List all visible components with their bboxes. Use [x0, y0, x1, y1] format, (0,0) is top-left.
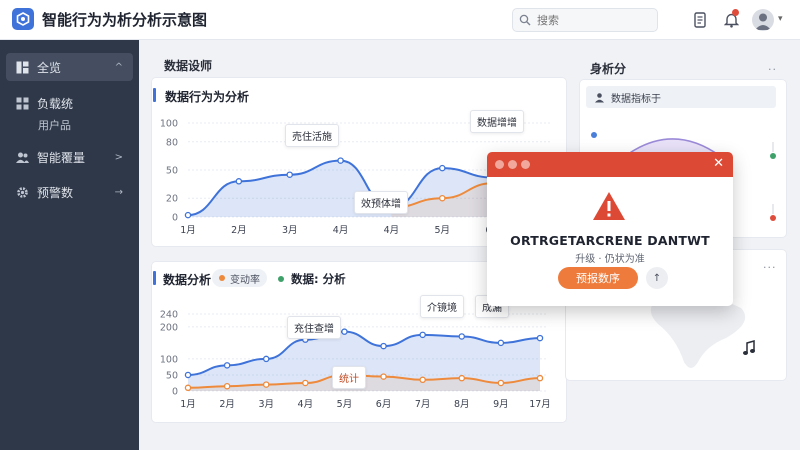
sidebar: 全览 ^ 负载统 用户品 智能覆量 > 预警数 → — [0, 40, 139, 450]
data-point — [419, 331, 426, 339]
dialog-title-bar: ✕ — [487, 152, 733, 177]
y-tick-label: 240 — [160, 310, 178, 321]
alert-dialog: ✕ ORTRGETARCRENE DANTWT 升级 · 仍状为准 预报数序 ↑ — [487, 152, 733, 306]
x-tick-label: 4月 — [384, 225, 400, 236]
data-point — [458, 374, 466, 382]
data-point — [262, 381, 270, 388]
data-point — [497, 379, 505, 387]
data-point — [380, 342, 387, 350]
data-point — [235, 178, 243, 185]
data-point — [184, 384, 192, 392]
users-icon — [16, 152, 29, 163]
dialog-primary-button[interactable]: 预报数序 — [558, 267, 638, 289]
chart-tooltip: 売住活施 — [285, 124, 339, 147]
y-tick-label: 20 — [166, 194, 178, 205]
data-point — [380, 373, 387, 380]
data-point — [184, 211, 192, 219]
y-tick-label: 0 — [172, 387, 178, 398]
sidebar-item-alert[interactable]: 预警数 → — [6, 178, 133, 206]
data-point — [262, 355, 270, 363]
x-tick-label: 2月 — [219, 399, 235, 410]
data-point — [302, 379, 309, 387]
close-icon[interactable]: ✕ — [713, 156, 724, 171]
data-point — [223, 362, 231, 369]
search-input[interactable] — [537, 13, 647, 27]
app-title: 智能行为为析分析示意图 — [42, 11, 208, 29]
y-tick-label: 50 — [166, 370, 178, 381]
warning-icon — [593, 192, 625, 220]
arrow-right-icon: → — [114, 186, 123, 198]
x-tick-label: 7月 — [415, 399, 431, 410]
chevron-up-icon: ^ — [114, 61, 123, 73]
sidebar-item-label: 负载统 — [37, 96, 74, 111]
sidebar-item-label: 智能覆量 — [37, 150, 86, 165]
search-icon — [519, 14, 531, 26]
dialog-subtitle: 升级 · 仍状为准 — [575, 254, 645, 265]
grid-icon — [16, 97, 29, 109]
chart-tooltip: 介镜境 — [420, 295, 464, 318]
top-bar: 智能行为为析分析示意图 ▾ — [0, 0, 800, 40]
search-box[interactable] — [512, 8, 658, 32]
data-point — [439, 164, 446, 172]
window-dot[interactable] — [508, 160, 517, 169]
app-logo-icon — [12, 8, 34, 30]
data-point — [286, 171, 293, 178]
sidebar-item-load[interactable]: 负载统 — [6, 89, 133, 117]
dialog-title: ORTRGETARCRENE DANTWT — [510, 233, 710, 248]
document-icon[interactable] — [691, 11, 709, 29]
x-tick-label: 5月 — [435, 225, 451, 236]
sidebar-item-overview[interactable]: 全览 ^ — [6, 53, 133, 81]
data-point — [536, 334, 544, 342]
more-options-icon[interactable]: .. — [768, 60, 777, 73]
x-tick-label: 5月 — [337, 399, 353, 410]
data-point — [419, 376, 426, 384]
sidebar-item-label: 预警数 — [37, 185, 74, 200]
right-panel-title: 身析分 — [590, 62, 627, 76]
data-point — [341, 328, 348, 335]
data-point — [184, 371, 192, 379]
sidebar-item-label: 全览 — [37, 60, 62, 75]
user-avatar[interactable] — [752, 9, 774, 31]
chart-tooltip: 统计 — [332, 366, 366, 389]
data-point — [337, 157, 344, 164]
data-point — [497, 339, 505, 347]
dashboard-icon — [16, 61, 29, 73]
y-tick-label: 100 — [160, 119, 178, 130]
chevron-right-icon: > — [114, 151, 123, 163]
gear-icon — [17, 186, 28, 198]
chart-tooltip: 充住查增 — [287, 316, 341, 339]
data-point — [458, 333, 466, 340]
chart-tooltip: 效预体增 — [354, 191, 408, 214]
data-point — [536, 374, 544, 382]
x-tick-label: 3月 — [282, 225, 298, 236]
x-tick-label: 3月 — [258, 399, 274, 410]
x-tick-label: 4月 — [298, 399, 314, 410]
window-dot[interactable] — [495, 160, 504, 169]
x-tick-label: 4月 — [333, 225, 349, 236]
chart-tooltip: 数据增增 — [470, 110, 524, 133]
data-point — [439, 194, 446, 202]
window-dot[interactable] — [521, 160, 530, 169]
y-tick-label: 0 — [172, 213, 178, 224]
data-point — [223, 382, 231, 390]
sidebar-sub-item[interactable]: 用户品 — [38, 117, 71, 133]
x-tick-label: 9月 — [493, 399, 509, 410]
y-tick-label: 100 — [160, 354, 178, 365]
section-title: 数据设师 — [164, 59, 213, 73]
x-tick-label: 6月 — [376, 399, 392, 410]
sidebar-item-smart[interactable]: 智能覆量 > — [6, 143, 133, 171]
x-tick-label: 2月 — [231, 225, 247, 236]
dialog-secondary-button[interactable]: ↑ — [646, 267, 668, 289]
y-tick-label: 80 — [166, 137, 178, 148]
x-tick-label: 8月 — [454, 399, 470, 410]
x-tick-label: 1月 — [180, 399, 196, 410]
y-tick-label: 200 — [160, 322, 178, 333]
notification-bell-icon[interactable] — [722, 9, 740, 29]
notification-badge — [732, 9, 739, 16]
x-tick-label: 1月 — [180, 225, 196, 236]
music-note-icon — [743, 340, 755, 355]
x-tick-label: 17月 — [529, 399, 551, 410]
y-tick-label: 50 — [166, 166, 178, 177]
chevron-down-icon[interactable]: ▾ — [778, 14, 783, 24]
